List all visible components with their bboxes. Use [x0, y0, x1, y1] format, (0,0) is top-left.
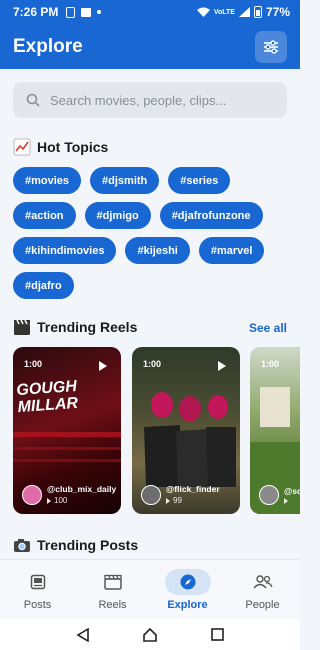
avatar [259, 485, 279, 505]
home-icon[interactable] [142, 627, 158, 643]
reel-username: @flick_finder [166, 484, 220, 494]
views-play-icon [166, 497, 170, 504]
search-input[interactable]: Search movies, people, clips... [13, 82, 287, 118]
views-play-icon [284, 498, 288, 504]
reel-views: 100 [54, 496, 68, 505]
wifi-icon [196, 7, 210, 17]
battery-icon [253, 6, 262, 18]
gallery-notification-icon [81, 7, 92, 17]
topic-chip[interactable]: #djafro [13, 272, 74, 299]
avatar [141, 484, 161, 505]
topic-chip[interactable]: #kijeshi [125, 237, 190, 264]
nav-reels[interactable]: Reels [75, 560, 150, 619]
reel-card[interactable]: 1:00 @flick_finder 99 [132, 347, 240, 514]
nav-label: Posts [23, 598, 52, 611]
topic-chip[interactable]: #kihindimovies [13, 237, 117, 264]
chip-row: #action #djmigo #djafrofunzone [13, 202, 293, 229]
reel-views: 99 [173, 496, 182, 505]
search-icon [26, 93, 40, 107]
topic-chip[interactable]: #marvel [198, 237, 265, 264]
nav-people[interactable]: People [225, 560, 300, 619]
nav-label: People [245, 598, 280, 611]
system-nav-bar [0, 619, 300, 650]
posts-icon [30, 574, 45, 589]
signal-icon [238, 7, 250, 17]
play-icon [99, 361, 107, 371]
nav-explore[interactable]: Explore [150, 560, 225, 619]
topic-chip[interactable]: #action [13, 202, 76, 229]
reel-duration: 1:00 [143, 359, 162, 369]
topic-chip[interactable]: #djafrofunzone [159, 202, 263, 229]
hot-topics-heading: Hot Topics [13, 138, 108, 156]
camera-icon [13, 536, 31, 554]
play-icon [218, 361, 226, 371]
reel-username: @club_mix_daily [47, 484, 117, 494]
bottom-nav: Posts Reels Explore People [0, 559, 300, 619]
volte-icon: VoLTE [213, 8, 235, 16]
trending-reels-title: Trending Reels [37, 319, 138, 335]
sliders-icon [264, 39, 278, 54]
reel-title-overlay: GOUGH MILLAR [15, 377, 79, 417]
status-time: 7:26 PM [13, 5, 59, 19]
nav-label: Explore [167, 598, 208, 611]
chip-row: #kihindimovies #kijeshi #marvel [13, 237, 293, 264]
reel-card[interactable]: 1:00 @scr [250, 347, 300, 514]
filter-button[interactable] [255, 30, 287, 63]
more-notifications-icon [97, 10, 102, 14]
reel-duration: 1:00 [261, 359, 280, 369]
reel-user: @club_mix_daily 100 [22, 484, 116, 505]
people-icon [252, 574, 273, 588]
reel-card[interactable]: GOUGH MILLAR 1:00 @club_mix_daily 100 [13, 347, 121, 514]
search-placeholder: Search movies, people, clips... [50, 92, 227, 108]
notification-icon [66, 6, 76, 18]
topic-chip[interactable]: #series [168, 167, 231, 194]
reels-carousel[interactable]: GOUGH MILLAR 1:00 @club_mix_daily 100 1:… [13, 347, 300, 515]
chip-row: #djafro [13, 272, 293, 299]
views-play-icon [47, 497, 51, 504]
recents-icon[interactable] [211, 628, 224, 641]
status-bar: 7:26 PM VoLTE 77% [0, 0, 300, 24]
battery-percent: 77% [265, 5, 290, 19]
trending-reels-heading: Trending Reels [13, 318, 137, 336]
avatar [22, 484, 42, 505]
page-title: Explore [13, 35, 83, 57]
reels-icon [103, 574, 122, 590]
trending-posts-heading: Trending Posts [13, 536, 138, 554]
chip-row: #movies #djsmith #series [13, 167, 293, 194]
app-header: Explore [0, 24, 300, 69]
trending-posts-title: Trending Posts [37, 537, 139, 553]
back-icon[interactable] [76, 627, 90, 642]
topic-chip[interactable]: #djsmith [90, 167, 160, 194]
hot-topics-chips: #movies #djsmith #series #action #djmigo… [13, 167, 293, 307]
reel-user: @scr [259, 485, 300, 505]
nav-posts[interactable]: Posts [0, 560, 75, 619]
reel-duration: 1:00 [24, 359, 43, 369]
topic-chip[interactable]: #movies [13, 167, 82, 194]
chart-icon [13, 138, 31, 156]
hot-topics-title: Hot Topics [37, 139, 109, 155]
compass-icon [180, 574, 195, 589]
reel-user: @flick_finder 99 [141, 484, 220, 505]
see-all-link[interactable]: See all [249, 321, 287, 335]
topic-chip[interactable]: #djmigo [84, 202, 151, 229]
nav-label: Reels [98, 598, 127, 611]
clapperboard-icon [13, 318, 31, 336]
reel-username: @scr [284, 486, 300, 496]
